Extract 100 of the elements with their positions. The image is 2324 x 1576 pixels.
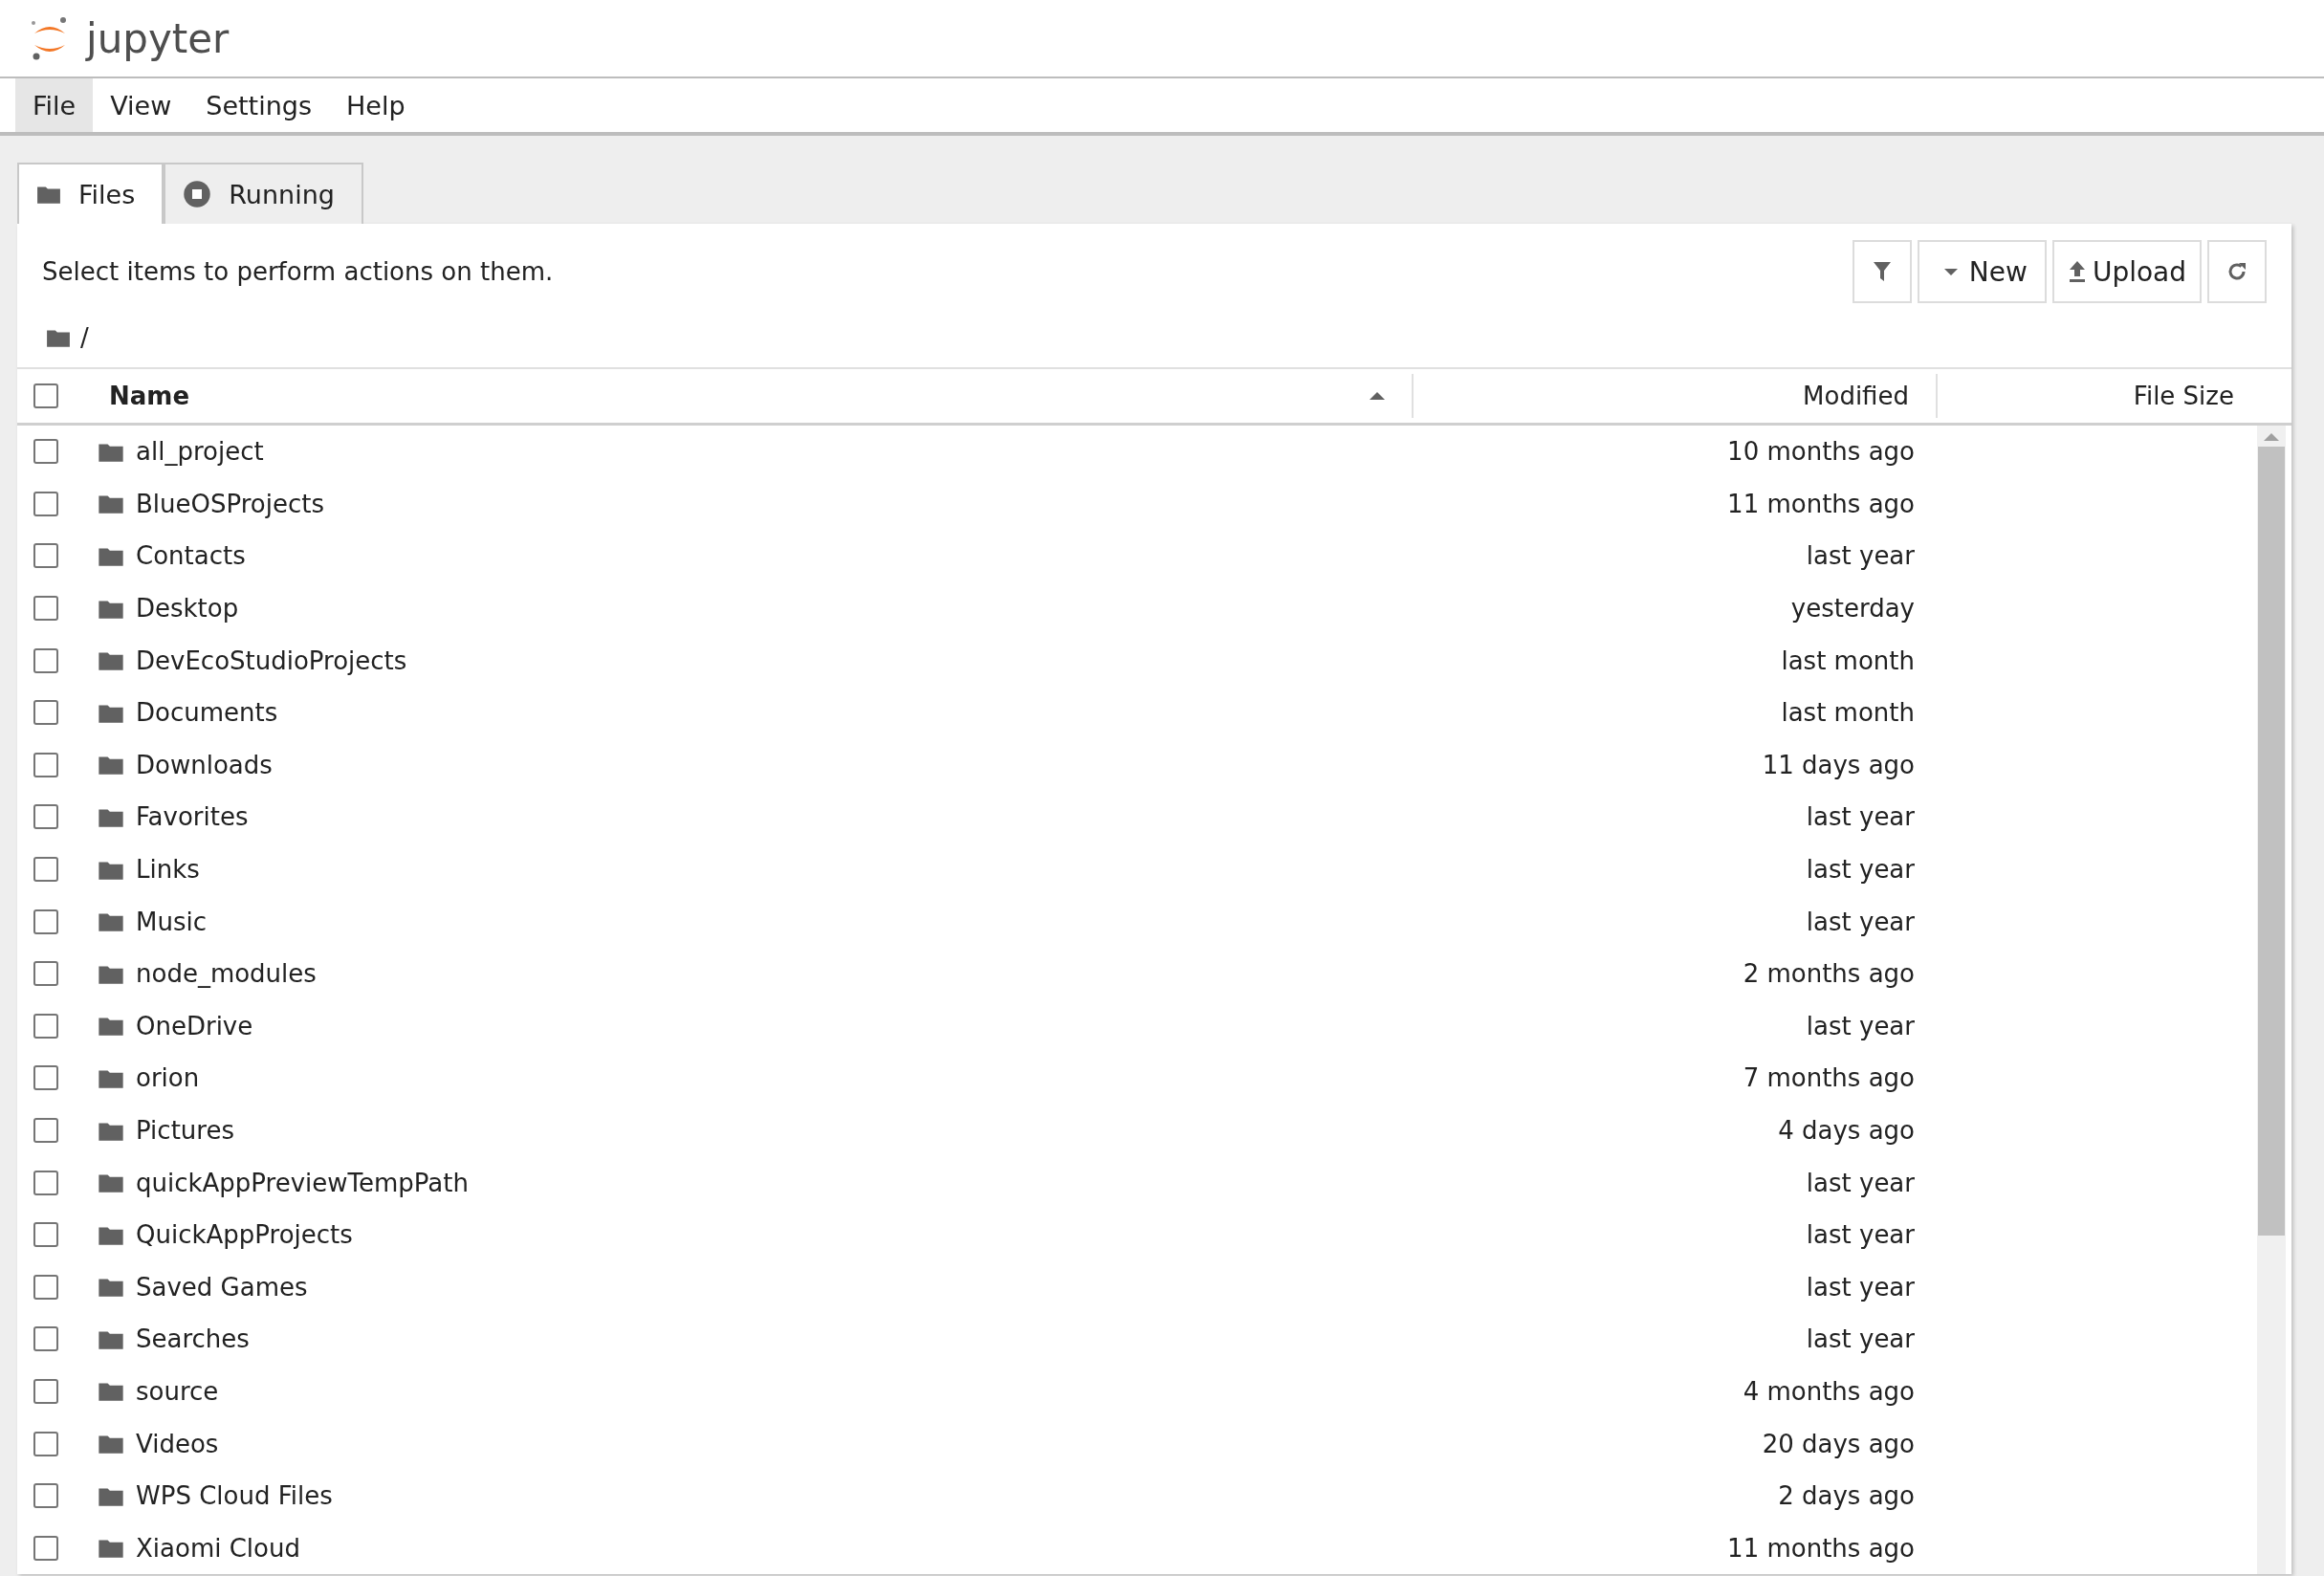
folder-name-link[interactable]: Videos bbox=[136, 1429, 1379, 1458]
row-checkbox[interactable] bbox=[33, 804, 58, 830]
folder-icon bbox=[98, 545, 124, 567]
row-checkbox[interactable] bbox=[33, 961, 58, 987]
folder-icon bbox=[46, 327, 71, 348]
folder-name-link[interactable]: Music bbox=[136, 907, 1379, 936]
row-checkbox[interactable] bbox=[33, 439, 58, 465]
row-checkbox[interactable] bbox=[33, 543, 58, 569]
row-checkbox[interactable] bbox=[33, 1170, 58, 1195]
menu-item[interactable]: View bbox=[93, 78, 189, 132]
folder-name-link[interactable]: DevEcoStudioProjects bbox=[136, 646, 1379, 675]
breadcrumb-link[interactable]: / bbox=[80, 323, 89, 352]
modified-cell-text: 10 months ago bbox=[1726, 437, 1915, 467]
upload-button[interactable]: Upload bbox=[2051, 240, 2202, 303]
modified-cell-text: 11 days ago bbox=[1761, 750, 1915, 779]
modified-cell-text: last year bbox=[1805, 1220, 1915, 1250]
modified-cell-text: last month bbox=[1780, 698, 1915, 728]
modified-cell-text: yesterday bbox=[1789, 594, 1915, 624]
modified-cell-text: last year bbox=[1805, 907, 1915, 936]
row-checkbox[interactable] bbox=[33, 857, 58, 883]
modified-column-header[interactable]: Modified bbox=[1414, 374, 1938, 418]
row-checkbox[interactable] bbox=[33, 1483, 58, 1509]
modified-cell-text: last year bbox=[1805, 855, 1915, 885]
stop-circle-icon bbox=[183, 180, 212, 208]
folder-name-link[interactable]: BlueOSProjects bbox=[136, 489, 1379, 518]
modified-cell-text: last year bbox=[1805, 802, 1915, 832]
modified-cell-text: last month bbox=[1780, 646, 1915, 675]
row-checkbox[interactable] bbox=[33, 908, 58, 934]
folder-name-link[interactable]: Downloads bbox=[136, 750, 1379, 779]
modified-cell-text: last year bbox=[1805, 1272, 1915, 1302]
menu-item[interactable]: Settings bbox=[188, 78, 329, 132]
folder-name-link[interactable]: node_modules bbox=[136, 959, 1379, 989]
caret-down-icon bbox=[1943, 268, 1958, 275]
modified-cell-text: 11 months ago bbox=[1726, 489, 1915, 518]
new-button[interactable]: New bbox=[1917, 240, 2047, 303]
instruction-text: Select items to perform actions on them. bbox=[42, 257, 554, 286]
modified-cell-text: 4 days ago bbox=[1777, 1116, 1915, 1145]
select-all-checkbox[interactable] bbox=[33, 383, 58, 408]
menu-item[interactable]: Help bbox=[329, 78, 423, 132]
folder-icon bbox=[98, 492, 124, 515]
name-column-header[interactable]: Name bbox=[75, 374, 1414, 418]
row-checkbox[interactable] bbox=[33, 1326, 58, 1352]
folder-icon bbox=[98, 754, 124, 777]
row-checkbox[interactable] bbox=[33, 1118, 58, 1143]
folder-name-link[interactable]: Documents bbox=[136, 698, 1379, 728]
menu-item[interactable]: File bbox=[15, 78, 94, 132]
folder-name-link[interactable]: quickAppPreviewTempPath bbox=[136, 1168, 1379, 1197]
folder-icon bbox=[98, 1433, 124, 1456]
folder-name-link[interactable]: QuickAppProjects bbox=[136, 1220, 1379, 1250]
row-checkbox[interactable] bbox=[33, 1222, 58, 1248]
folder-icon bbox=[98, 1537, 124, 1560]
filter-icon bbox=[1872, 260, 1892, 283]
modified-cell-text: 11 months ago bbox=[1726, 1533, 1915, 1563]
tab[interactable]: Files bbox=[17, 163, 164, 224]
tab[interactable]: Running bbox=[164, 163, 363, 224]
folder-name-link[interactable]: Saved Games bbox=[136, 1272, 1379, 1302]
scrollbar-thumb[interactable] bbox=[2258, 447, 2285, 1236]
folder-name-link[interactable]: Links bbox=[136, 855, 1379, 885]
modified-cell-text: 20 days ago bbox=[1761, 1429, 1915, 1458]
folder-name-link[interactable]: Xiaomi Cloud bbox=[136, 1533, 1379, 1563]
folder-name-link[interactable]: Desktop bbox=[136, 594, 1379, 624]
scrollbar[interactable] bbox=[2257, 426, 2286, 1575]
filter-button[interactable] bbox=[1852, 240, 1912, 303]
modified-cell-text: 7 months ago bbox=[1742, 1063, 1915, 1093]
folder-icon bbox=[98, 1276, 124, 1299]
modified-cell-text: last year bbox=[1805, 541, 1915, 571]
row-checkbox[interactable] bbox=[33, 1535, 58, 1561]
folder-icon bbox=[98, 1015, 124, 1038]
folder-name-link[interactable]: source bbox=[136, 1377, 1379, 1406]
folder-name-link[interactable]: Searches bbox=[136, 1324, 1379, 1354]
row-checkbox[interactable] bbox=[33, 1013, 58, 1039]
row-checkbox[interactable] bbox=[33, 596, 58, 622]
modified-cell-text: 4 months ago bbox=[1742, 1377, 1915, 1406]
row-checkbox[interactable] bbox=[33, 647, 58, 673]
folder-name-link[interactable]: all_project bbox=[136, 437, 1379, 467]
row-checkbox[interactable] bbox=[33, 700, 58, 726]
file-size-column-header[interactable]: File Size bbox=[1938, 382, 2291, 410]
app-logo-text: jupyter bbox=[86, 14, 230, 62]
refresh-button[interactable] bbox=[2207, 240, 2267, 303]
modified-cell-text: 2 days ago bbox=[1777, 1481, 1915, 1511]
folder-name-link[interactable]: OneDrive bbox=[136, 1011, 1379, 1040]
folder-name-link[interactable]: WPS Cloud Files bbox=[136, 1481, 1379, 1511]
row-checkbox[interactable] bbox=[33, 1431, 58, 1456]
folder-name-link[interactable]: Pictures bbox=[136, 1116, 1379, 1145]
modified-cell-text: last year bbox=[1805, 1324, 1915, 1354]
folder-icon bbox=[98, 1380, 124, 1403]
row-checkbox[interactable] bbox=[33, 1065, 58, 1091]
folder-icon bbox=[98, 1171, 124, 1194]
row-checkbox[interactable] bbox=[33, 1379, 58, 1404]
folder-icon bbox=[98, 910, 124, 933]
scroll-up-arrow-icon bbox=[2264, 433, 2279, 441]
folder-icon bbox=[36, 184, 61, 205]
row-checkbox[interactable] bbox=[33, 1274, 58, 1300]
folder-name-link[interactable]: orion bbox=[136, 1063, 1379, 1093]
folder-name-link[interactable]: Favorites bbox=[136, 802, 1379, 832]
row-checkbox[interactable] bbox=[33, 752, 58, 777]
folder-icon bbox=[98, 649, 124, 672]
folder-name-link[interactable]: Contacts bbox=[136, 541, 1379, 571]
row-checkbox[interactable] bbox=[33, 491, 58, 516]
upload-icon bbox=[2067, 260, 2087, 283]
